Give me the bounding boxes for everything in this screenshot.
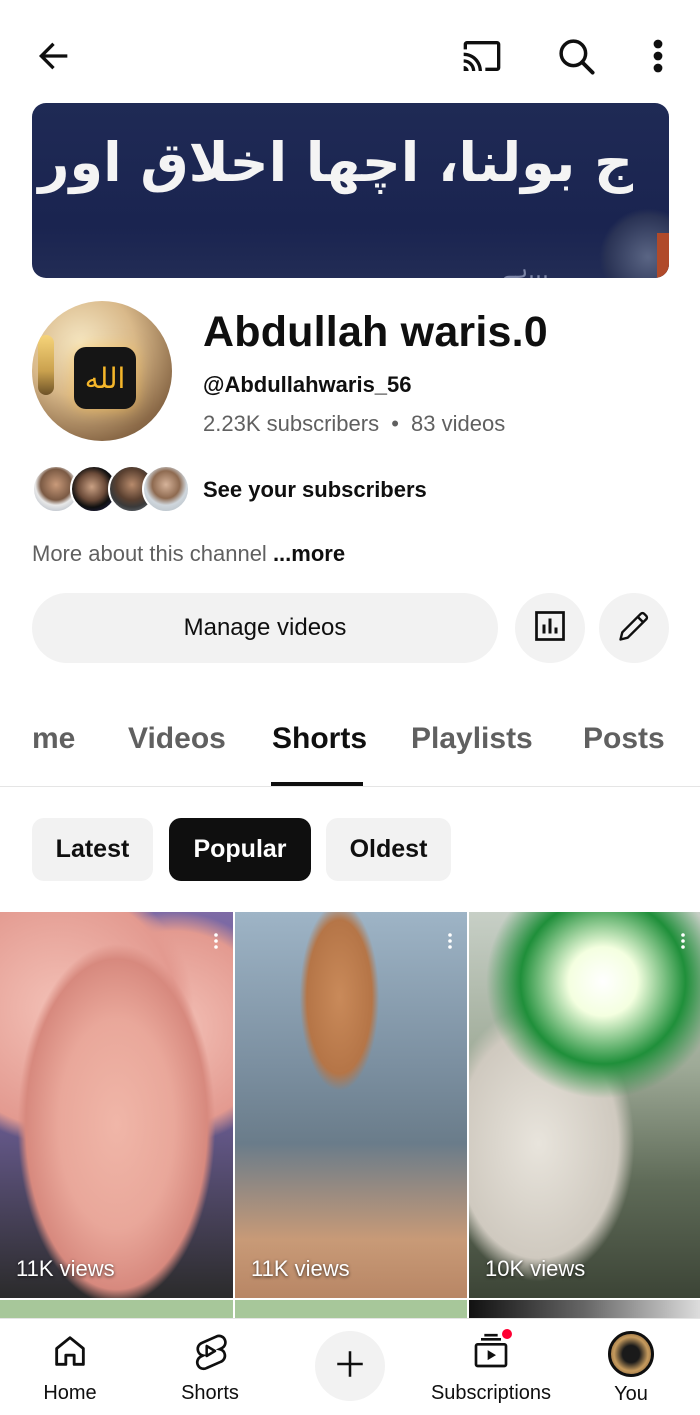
- analytics-button[interactable]: [515, 593, 585, 663]
- tab-home[interactable]: me: [32, 722, 75, 756]
- chip-popular[interactable]: Popular: [169, 818, 311, 881]
- shorts-next-row: [0, 1300, 700, 1318]
- short-views: 10K views: [485, 1256, 586, 1281]
- subscriber-count: 2.23K subscribers: [203, 411, 380, 436]
- channel-tabs: me Videos Shorts Playlists Posts: [0, 700, 700, 787]
- short-thumbnail[interactable]: 11K views: [0, 912, 233, 1298]
- short-thumbnail-peek: [235, 1300, 467, 1318]
- nav-home-label: Home: [43, 1382, 97, 1404]
- pencil-icon: [616, 608, 652, 649]
- chip-oldest[interactable]: Oldest: [326, 818, 451, 881]
- tab-playlists[interactable]: Playlists: [411, 722, 533, 756]
- tab-shorts[interactable]: Shorts: [272, 722, 367, 756]
- home-icon: [49, 1331, 91, 1376]
- channel-banner: ج بولنا، اچھا اخلاق اور پاکیزہ حلال لقمہ…: [32, 103, 669, 278]
- channel-avatar[interactable]: الله: [32, 301, 172, 441]
- more-vertical-icon[interactable]: [680, 930, 686, 957]
- channel-stats: 2.23K subscribers • 83 videos: [203, 411, 505, 437]
- more-vertical-icon[interactable]: [213, 930, 219, 957]
- allah-calligraphy-image: الله: [74, 347, 136, 409]
- see-subscribers-link[interactable]: See your subscribers: [203, 477, 427, 503]
- chip-latest[interactable]: Latest: [32, 818, 153, 881]
- notification-dot: [500, 1327, 514, 1341]
- nav-shorts-label: Shorts: [181, 1382, 239, 1404]
- subscriber-avatar: [142, 465, 190, 513]
- short-views: 11K views: [251, 1256, 350, 1281]
- short-thumbnail[interactable]: 11K views: [235, 912, 467, 1298]
- nav-shorts[interactable]: Shorts: [140, 1331, 280, 1405]
- more-link[interactable]: ...more: [267, 541, 345, 566]
- channel-handle: @Abdullahwaris_56: [203, 372, 412, 397]
- top-app-bar: [0, 0, 700, 100]
- bottom-navigation: Home Shorts Subscriptions You: [0, 1318, 700, 1415]
- channel-name: Abdullah waris.0: [203, 308, 548, 356]
- banner-text: ج بولنا، اچھا اخلاق اور پاکیزہ حلال لقمہ: [32, 131, 633, 194]
- nav-you[interactable]: You: [561, 1331, 700, 1406]
- banner-edge-decoration: [657, 233, 669, 278]
- analytics-icon: [532, 608, 568, 649]
- arrow-left-icon[interactable]: [26, 28, 82, 84]
- stats-separator: •: [391, 411, 399, 436]
- you-avatar: [608, 1331, 654, 1377]
- more-vertical-icon[interactable]: [447, 930, 453, 957]
- tab-videos[interactable]: Videos: [128, 722, 226, 756]
- banner-subtext: ...ہے: [502, 259, 549, 278]
- cast-icon[interactable]: [454, 28, 510, 84]
- tab-posts[interactable]: Posts: [583, 722, 665, 756]
- video-count: 83 videos: [411, 411, 506, 436]
- nav-home[interactable]: Home: [0, 1331, 140, 1405]
- plus-icon: [333, 1347, 367, 1386]
- edit-channel-button[interactable]: [599, 593, 669, 663]
- more-about-channel[interactable]: More about this channel ...more: [32, 541, 345, 567]
- shorts-icon: [190, 1331, 230, 1376]
- nav-subscriptions-label: Subscriptions: [430, 1382, 552, 1404]
- more-vertical-icon[interactable]: [630, 28, 686, 84]
- search-icon[interactable]: [548, 28, 604, 84]
- manage-videos-button[interactable]: Manage videos: [32, 593, 498, 663]
- active-tab-indicator: [271, 782, 363, 786]
- shorts-grid: 11K views 11K views 10K views: [0, 912, 700, 1298]
- subscriber-avatars[interactable]: [32, 465, 190, 513]
- short-thumbnail-peek: [0, 1300, 233, 1318]
- short-thumbnail[interactable]: 10K views: [469, 912, 700, 1298]
- short-thumbnail-peek: [469, 1300, 700, 1318]
- create-button[interactable]: [315, 1331, 385, 1401]
- nav-you-label: You: [614, 1383, 648, 1405]
- lamp-image: [38, 335, 54, 395]
- short-views: 11K views: [16, 1256, 115, 1281]
- nav-subscriptions[interactable]: Subscriptions: [421, 1331, 561, 1405]
- more-about-text: More about this channel: [32, 541, 267, 566]
